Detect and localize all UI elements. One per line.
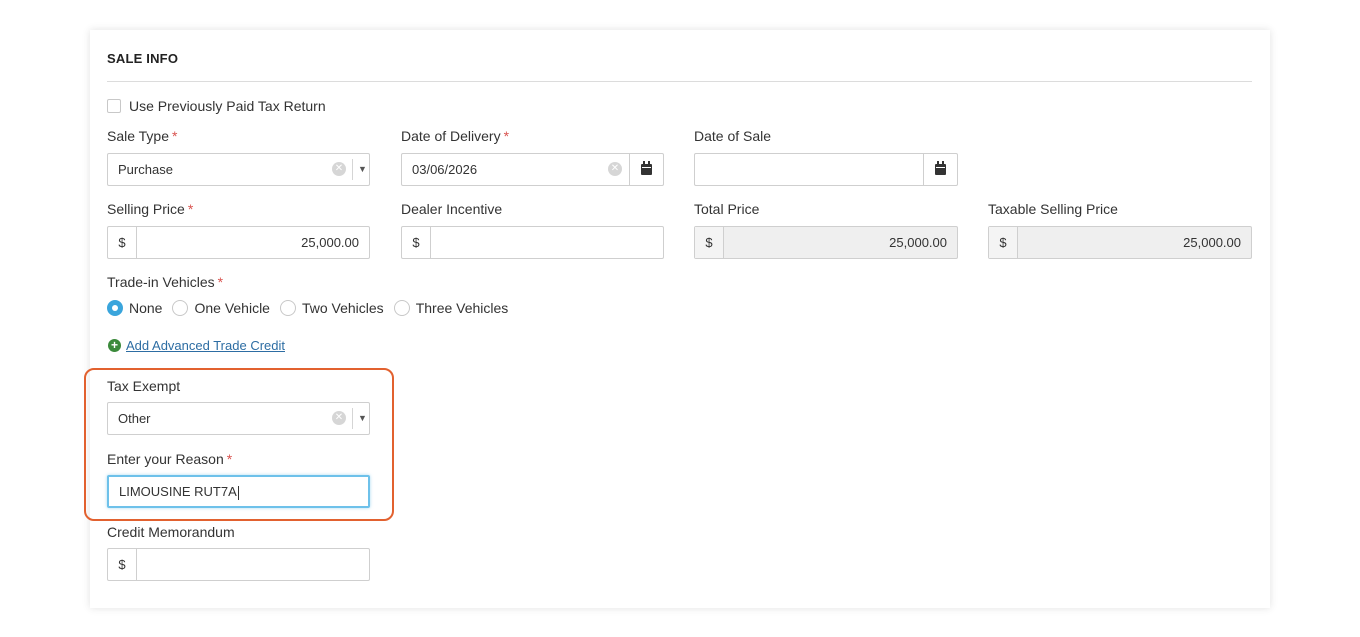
radio-label: Two Vehicles <box>301 300 384 316</box>
trade-in-radio-group: None One Vehicle Two Vehicles Three Vehi… <box>107 299 518 317</box>
text-cursor <box>237 485 239 500</box>
credit-memo-label: Credit Memorandum <box>107 524 235 540</box>
radio-label: One Vehicle <box>194 300 270 316</box>
date-of-sale-calendar-button[interactable] <box>923 154 957 185</box>
reason-label-text: Enter your Reason <box>107 451 224 467</box>
sale-type-value: Purchase <box>118 162 173 177</box>
add-advanced-trade-credit-link[interactable]: Add Advanced Trade Credit <box>126 338 285 353</box>
calendar-icon <box>935 161 946 175</box>
required-mark: * <box>172 128 178 144</box>
total-price-input: $ 25,000.00 <box>694 226 958 259</box>
section-divider <box>107 81 1252 82</box>
radio-label: None <box>129 300 163 316</box>
clear-icon[interactable]: ✕ <box>332 411 346 425</box>
chevron-down-icon[interactable]: ▼ <box>358 403 367 434</box>
currency-addon: $ <box>695 227 724 258</box>
plus-circle-icon: + <box>108 339 121 352</box>
select-separator <box>352 159 353 180</box>
select-separator <box>352 408 353 429</box>
radio-unselected[interactable] <box>172 300 189 316</box>
use-prev-tax-label: Use Previously Paid Tax Return <box>129 98 326 114</box>
trade-in-option-one[interactable]: One Vehicle <box>172 300 270 316</box>
date-of-delivery-value: 03/06/2026 <box>412 162 478 177</box>
selling-price-label: Selling Price * <box>107 201 193 217</box>
required-mark: * <box>187 201 194 217</box>
chevron-down-icon[interactable]: ▼ <box>358 154 367 185</box>
dealer-incentive-label: Dealer Incentive <box>401 201 503 217</box>
taxable-selling-price-label: Taxable Selling Price <box>988 201 1118 217</box>
date-of-sale-input[interactable] <box>694 153 958 186</box>
selling-price-value: 25,000.00 <box>301 235 359 250</box>
taxable-selling-price-value: 25,000.00 <box>1183 235 1241 250</box>
reason-value-wrap: LIMOUSINE RUT7A <box>119 477 239 506</box>
currency-addon: $ <box>108 549 137 580</box>
radio-selected[interactable] <box>107 300 123 316</box>
trade-in-option-none[interactable]: None <box>107 300 162 316</box>
trade-in-option-three[interactable]: Three Vehicles <box>393 300 509 316</box>
trade-in-label-text: Trade-in Vehicles <box>107 274 215 290</box>
taxable-selling-price-input: $ 25,000.00 <box>988 226 1252 259</box>
sale-info-card <box>90 30 1270 608</box>
sale-type-label: Sale Type * <box>107 128 177 144</box>
date-of-delivery-label-text: Date of Delivery <box>401 128 501 144</box>
use-prev-tax-checkbox[interactable] <box>107 99 121 113</box>
radio-unselected[interactable] <box>279 300 296 316</box>
required-mark: * <box>503 128 510 144</box>
trade-in-label: Trade-in Vehicles * <box>107 274 223 290</box>
section-title: SALE INFO <box>107 51 179 66</box>
add-advanced-trade-credit[interactable]: + Add Advanced Trade Credit <box>108 338 285 353</box>
currency-addon: $ <box>989 227 1018 258</box>
selling-price-input[interactable]: $ 25,000.00 <box>107 226 370 259</box>
currency-addon: $ <box>108 227 137 258</box>
tax-exempt-label: Tax Exempt <box>107 378 181 394</box>
trade-in-option-two[interactable]: Two Vehicles <box>279 300 384 316</box>
required-mark: * <box>217 274 224 290</box>
currency-addon: $ <box>402 227 431 258</box>
required-mark: * <box>226 451 233 467</box>
calendar-icon <box>641 161 652 175</box>
total-price-label: Total Price <box>694 201 760 217</box>
reason-label: Enter your Reason * <box>107 451 232 467</box>
reason-value: LIMOUSINE RUT7A <box>119 484 237 499</box>
date-of-delivery-label: Date of Delivery * <box>401 128 509 144</box>
total-price-value: 25,000.00 <box>889 235 947 250</box>
clear-icon[interactable]: ✕ <box>608 162 622 176</box>
use-prev-tax-row[interactable]: Use Previously Paid Tax Return <box>107 98 326 114</box>
radio-unselected[interactable] <box>393 300 410 316</box>
dealer-incentive-input[interactable]: $ <box>401 226 664 259</box>
sale-type-label-text: Sale Type <box>107 128 170 144</box>
date-of-sale-label: Date of Sale <box>694 128 772 144</box>
reason-input[interactable]: LIMOUSINE RUT7A <box>107 475 370 508</box>
sale-type-select[interactable]: Purchase ✕ ▼ <box>107 153 370 186</box>
selling-price-label-text: Selling Price <box>107 201 185 217</box>
radio-label: Three Vehicles <box>415 300 509 316</box>
date-of-delivery-calendar-button[interactable] <box>629 154 663 185</box>
clear-icon[interactable]: ✕ <box>332 162 346 176</box>
tax-exempt-value: Other <box>118 411 151 426</box>
tax-exempt-select[interactable]: Other ✕ ▼ <box>107 402 370 435</box>
credit-memo-input[interactable]: $ <box>107 548 370 581</box>
date-of-delivery-input[interactable]: 03/06/2026 ✕ <box>401 153 664 186</box>
